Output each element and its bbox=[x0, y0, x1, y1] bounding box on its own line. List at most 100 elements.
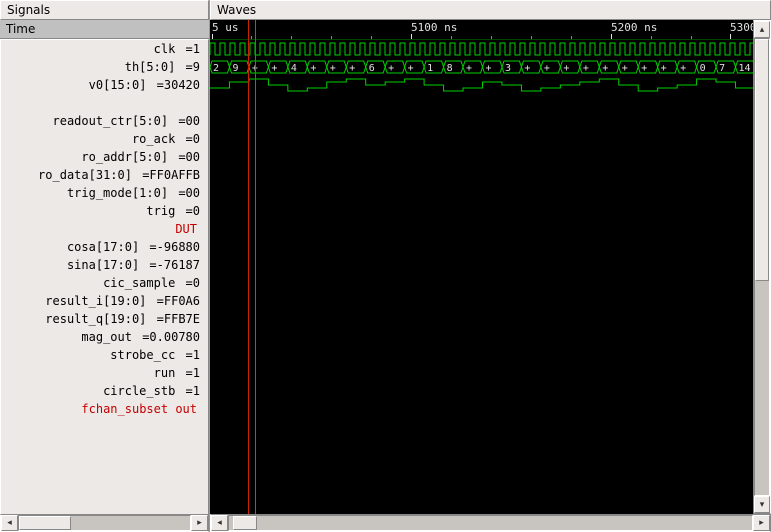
signal-row[interactable]: ro_data[31:0] =FF0AFFB bbox=[1, 166, 208, 184]
wave-canvas[interactable]: 5 us5100 ns5200 ns5300 29++4+++6++18++3+… bbox=[210, 20, 753, 514]
signal-row[interactable]: run =1 bbox=[1, 364, 208, 382]
scroll-thumb[interactable] bbox=[19, 516, 71, 530]
svg-text:+: + bbox=[524, 63, 530, 74]
svg-text:+: + bbox=[602, 63, 608, 74]
signal-row[interactable]: v0[15:0] =30420 bbox=[1, 76, 208, 94]
scroll-track[interactable] bbox=[18, 515, 191, 531]
svg-text:9: 9 bbox=[232, 63, 238, 74]
svg-text:+: + bbox=[310, 63, 316, 74]
ruler-label: 5100 ns bbox=[411, 21, 457, 34]
signal-row[interactable]: result_q[19:0] =FFB7E bbox=[1, 310, 208, 328]
scroll-right-icon[interactable]: ▸ bbox=[753, 515, 770, 531]
waves-vscroll[interactable]: ▴ ▾ bbox=[753, 20, 771, 514]
svg-text:+: + bbox=[486, 63, 492, 74]
signal-row[interactable]: mag_out =0.00780 bbox=[1, 328, 208, 346]
scroll-up-icon[interactable]: ▴ bbox=[754, 21, 770, 38]
signal-list[interactable]: clk =1th[5:0] =9v0[15:0] =30420 readout_c… bbox=[0, 39, 209, 514]
signal-name: ro_addr[5:0] bbox=[1, 150, 171, 164]
svg-text:4: 4 bbox=[291, 63, 297, 74]
signal-row[interactable]: strobe_cc =1 bbox=[1, 346, 208, 364]
svg-text:+: + bbox=[330, 63, 336, 74]
wave-row[interactable] bbox=[210, 76, 753, 94]
signal-row[interactable]: clk =1 bbox=[1, 40, 208, 58]
svg-text:1: 1 bbox=[427, 63, 433, 74]
svg-text:+: + bbox=[583, 63, 589, 74]
signal-value: -96880 bbox=[157, 240, 200, 254]
svg-text:6: 6 bbox=[369, 63, 375, 74]
ruler-label: 5200 ns bbox=[611, 21, 657, 34]
signal-row[interactable]: th[5:0] =9 bbox=[1, 58, 208, 76]
svg-text:2: 2 bbox=[213, 63, 219, 74]
signal-value: 1 bbox=[193, 366, 200, 380]
svg-text:+: + bbox=[271, 63, 277, 74]
signal-name: cosa[17:0] bbox=[1, 240, 142, 254]
signal-row[interactable]: readout_ctr[5:0] =00 bbox=[1, 112, 208, 130]
signal-row[interactable]: cosa[17:0] =-96880 bbox=[1, 238, 208, 256]
marker-a[interactable] bbox=[248, 20, 249, 514]
signal-value: 0 bbox=[193, 132, 200, 146]
svg-text:+: + bbox=[408, 63, 414, 74]
svg-text:0: 0 bbox=[700, 63, 706, 74]
signal-value: 0 bbox=[193, 276, 200, 290]
signal-name: clk bbox=[1, 42, 178, 56]
signals-hscroll[interactable]: ◂ ▸ bbox=[0, 514, 209, 532]
wave-row[interactable] bbox=[210, 40, 753, 58]
signals-panel: Signals Time clk =1th[5:0] =9v0[15:0] =3… bbox=[0, 0, 210, 532]
signal-row[interactable]: circle_stb =1 bbox=[1, 382, 208, 400]
signal-row[interactable]: fchan_subset out bbox=[1, 400, 208, 418]
signal-row[interactable]: result_i[19:0] =FF0A6 bbox=[1, 292, 208, 310]
signal-value: 1 bbox=[193, 384, 200, 398]
signal-value: 9 bbox=[193, 60, 200, 74]
waves-title: Waves bbox=[210, 0, 771, 20]
signal-value: 30420 bbox=[164, 78, 200, 92]
signal-name: DUT bbox=[1, 222, 200, 236]
svg-text:+: + bbox=[641, 63, 647, 74]
hscroll-track[interactable] bbox=[228, 515, 753, 531]
svg-text:+: + bbox=[563, 63, 569, 74]
wave-row[interactable]: 29++4+++6++18++3+++++++++0714 bbox=[210, 58, 753, 76]
signal-name: mag_out bbox=[1, 330, 135, 344]
scroll-left-icon[interactable]: ◂ bbox=[1, 515, 18, 531]
scroll-right-icon[interactable]: ▸ bbox=[191, 515, 208, 531]
vscroll-thumb[interactable] bbox=[755, 39, 769, 281]
svg-text:+: + bbox=[466, 63, 472, 74]
marker-b[interactable] bbox=[255, 20, 256, 514]
signal-name: th[5:0] bbox=[1, 60, 178, 74]
signal-value: FFB7E bbox=[164, 312, 200, 326]
time-ruler[interactable]: 5 us5100 ns5200 ns5300 bbox=[210, 20, 753, 40]
signal-name: readout_ctr[5:0] bbox=[1, 114, 171, 128]
signals-title: Signals bbox=[0, 0, 209, 20]
time-column-header: Time bbox=[0, 20, 209, 39]
signal-name: run bbox=[1, 366, 178, 380]
scroll-left-icon[interactable]: ◂ bbox=[211, 515, 228, 531]
waves-hscroll[interactable]: ◂ ▸ bbox=[210, 514, 771, 532]
svg-text:+: + bbox=[544, 63, 550, 74]
signal-row[interactable]: ro_addr[5:0] =00 bbox=[1, 148, 208, 166]
signal-row[interactable]: DUT bbox=[1, 220, 208, 238]
ruler-label: 5 us bbox=[212, 21, 239, 34]
signal-row[interactable] bbox=[1, 94, 208, 112]
svg-text:+: + bbox=[622, 63, 628, 74]
hscroll-thumb[interactable] bbox=[233, 516, 257, 530]
signal-name: ro_ack bbox=[1, 132, 178, 146]
signal-name: v0[15:0] bbox=[1, 78, 149, 92]
signal-row[interactable]: sina[17:0] =-76187 bbox=[1, 256, 208, 274]
signal-row[interactable]: trig =0 bbox=[1, 202, 208, 220]
signal-name: strobe_cc bbox=[1, 348, 178, 362]
scroll-down-icon[interactable]: ▾ bbox=[754, 496, 770, 513]
signal-name: cic_sample bbox=[1, 276, 178, 290]
signal-name: circle_stb bbox=[1, 384, 178, 398]
signal-name: trig_mode[1:0] bbox=[1, 186, 171, 200]
svg-text:7: 7 bbox=[719, 63, 725, 74]
wave-row[interactable] bbox=[210, 94, 753, 112]
signal-value: 1 bbox=[193, 348, 200, 362]
signal-value: FF0A6 bbox=[164, 294, 200, 308]
signal-row[interactable]: ro_ack =0 bbox=[1, 130, 208, 148]
signal-row[interactable]: cic_sample =0 bbox=[1, 274, 208, 292]
ruler-tick bbox=[730, 34, 731, 39]
vscroll-track[interactable] bbox=[754, 38, 770, 496]
signal-value: -76187 bbox=[157, 258, 200, 272]
svg-text:14: 14 bbox=[739, 63, 751, 74]
signal-row[interactable]: trig_mode[1:0] =00 bbox=[1, 184, 208, 202]
ruler-tick bbox=[411, 34, 412, 39]
